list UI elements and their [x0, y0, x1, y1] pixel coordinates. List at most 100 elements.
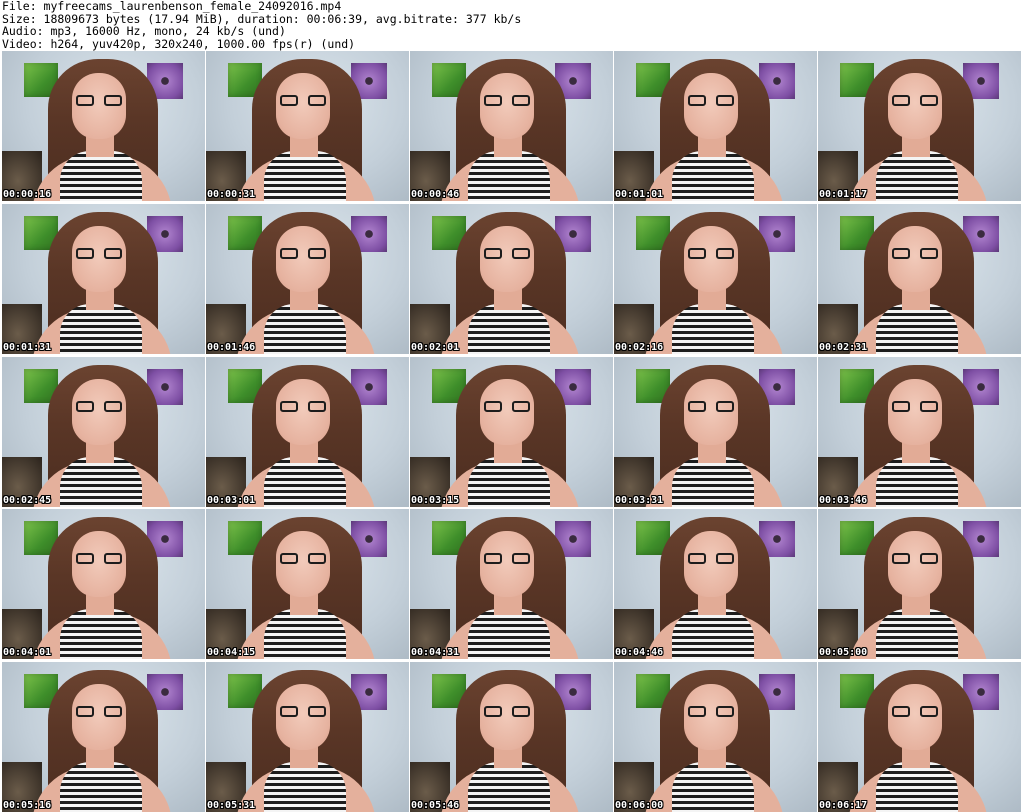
thumbnail-timestamp: 00:02:45: [3, 495, 52, 506]
video-thumbnail: 00:04:31: [410, 509, 613, 659]
video-thumbnail: 00:04:01: [2, 509, 205, 659]
thumbnail-top: [876, 151, 958, 201]
thumbnail-timestamp: 00:03:15: [411, 495, 460, 506]
thumbnail-top: [264, 609, 346, 659]
thumbnail-timestamp: 00:01:31: [3, 342, 52, 353]
thumbnail-glasses: [688, 95, 734, 107]
video-thumbnail: 00:01:31: [2, 204, 205, 354]
thumbnail-timestamp: 00:02:01: [411, 342, 460, 353]
video-thumbnail: 00:04:46: [614, 509, 817, 659]
thumbnail-timestamp: 00:03:01: [207, 495, 256, 506]
video-thumbnail: 00:05:31: [206, 662, 409, 812]
thumbnail-top: [264, 151, 346, 201]
video-thumbnail: 00:01:46: [206, 204, 409, 354]
thumbnail-glasses: [280, 553, 326, 565]
thumbnail-glasses: [76, 95, 122, 107]
video-thumbnail: 00:00:46: [410, 51, 613, 201]
thumbnail-glasses: [280, 706, 326, 718]
thumbnail-glasses: [688, 553, 734, 565]
audio-info-line: Audio: mp3, 16000 Hz, mono, 24 kb/s (und…: [2, 24, 286, 38]
thumbnail-timestamp: 00:01:46: [207, 342, 256, 353]
thumbnail-glasses: [484, 553, 530, 565]
thumbnail-top: [876, 457, 958, 507]
thumbnail-timestamp: 00:05:46: [411, 800, 460, 811]
video-thumbnail: 00:02:31: [818, 204, 1021, 354]
video-thumbnail: 00:03:31: [614, 357, 817, 507]
thumbnail-timestamp: 00:06:00: [615, 800, 664, 811]
video-thumbnail: 00:01:17: [818, 51, 1021, 201]
thumbnail-timestamp: 00:04:01: [3, 647, 52, 658]
thumbnail-glasses: [484, 248, 530, 260]
video-thumbnail: 00:01:01: [614, 51, 817, 201]
thumbnail-glasses: [76, 706, 122, 718]
video-thumbnail: 00:03:01: [206, 357, 409, 507]
thumbnail-top: [264, 457, 346, 507]
thumbnail-glasses: [484, 95, 530, 107]
thumbnail-top: [672, 762, 754, 812]
thumbnail-glasses: [892, 95, 938, 107]
thumbnail-timestamp: 00:00:31: [207, 189, 256, 200]
thumbnail-top: [876, 762, 958, 812]
thumbnail-timestamp: 00:03:46: [819, 495, 868, 506]
thumbnail-top: [672, 609, 754, 659]
thumbnail-timestamp: 00:02:16: [615, 342, 664, 353]
thumbnail-top: [876, 304, 958, 354]
thumbnail-timestamp: 00:03:31: [615, 495, 664, 506]
thumbnail-timestamp: 00:00:46: [411, 189, 460, 200]
video-info-line: Video: h264, yuv420p, 320x240, 1000.00 f…: [2, 36, 356, 51]
thumbnail-timestamp: 00:00:16: [3, 189, 52, 200]
thumbnail-top: [264, 304, 346, 354]
video-thumbnail: 00:02:01: [410, 204, 613, 354]
video-thumbnail: 00:00:16: [2, 51, 205, 201]
thumbnail-timestamp: 00:02:31: [819, 342, 868, 353]
video-thumbnail: 00:06:17: [818, 662, 1021, 812]
thumbnail-glasses: [280, 248, 326, 260]
thumbnail-glasses: [892, 706, 938, 718]
thumbnail-timestamp: 00:01:17: [819, 189, 868, 200]
thumbnail-timestamp: 00:05:00: [819, 647, 868, 658]
thumbnail-top: [672, 304, 754, 354]
video-thumbnail: 00:00:31: [206, 51, 409, 201]
thumbnail-glasses: [280, 95, 326, 107]
thumbnail-top: [672, 151, 754, 201]
thumbnail-top: [468, 304, 550, 354]
video-thumbnail: 00:05:00: [818, 509, 1021, 659]
thumbnail-glasses: [892, 553, 938, 565]
file-info-header: File: myfreecams_laurenbenson_female_240…: [2, 0, 1022, 50]
thumbnail-top: [60, 609, 142, 659]
thumbnail-glasses: [484, 706, 530, 718]
thumbnail-glasses: [76, 401, 122, 413]
video-thumbnail: 00:04:15: [206, 509, 409, 659]
thumbnail-top: [876, 609, 958, 659]
thumbnail-top: [264, 762, 346, 812]
thumbnail-top: [672, 457, 754, 507]
thumbnail-timestamp: 00:04:15: [207, 647, 256, 658]
thumbnail-top: [60, 151, 142, 201]
thumbnail-glasses: [892, 248, 938, 260]
thumbnail-top: [468, 762, 550, 812]
thumbnail-glasses: [76, 248, 122, 260]
thumbnail-top: [468, 609, 550, 659]
thumbnail-glasses: [688, 401, 734, 413]
thumbnail-glasses: [484, 401, 530, 413]
thumbnail-timestamp: 00:06:17: [819, 800, 868, 811]
file-name-line: File: myfreecams_laurenbenson_female_240…: [2, 0, 342, 13]
thumbnail-timestamp: 00:04:46: [615, 647, 664, 658]
thumbnail-glasses: [280, 401, 326, 413]
video-thumbnail: 00:05:16: [2, 662, 205, 812]
video-thumbnail: 00:06:00: [614, 662, 817, 812]
thumbnail-glasses: [76, 553, 122, 565]
video-thumbnail: 00:05:46: [410, 662, 613, 812]
thumbnail-top: [60, 457, 142, 507]
thumbnail-glasses: [688, 248, 734, 260]
thumbnail-top: [468, 457, 550, 507]
thumbnail-grid: 00:00:16 00:00:31 00:00:46 00:01:01 00:01:17…: [2, 51, 1022, 812]
video-thumbnail: 00:03:15: [410, 357, 613, 507]
thumbnail-timestamp: 00:05:31: [207, 800, 256, 811]
thumbnail-glasses: [688, 706, 734, 718]
thumbnail-timestamp: 00:04:31: [411, 647, 460, 658]
thumbnail-top: [60, 762, 142, 812]
thumbnail-timestamp: 00:05:16: [3, 800, 52, 811]
thumbnail-timestamp: 00:01:01: [615, 189, 664, 200]
video-thumbnail: 00:02:16: [614, 204, 817, 354]
